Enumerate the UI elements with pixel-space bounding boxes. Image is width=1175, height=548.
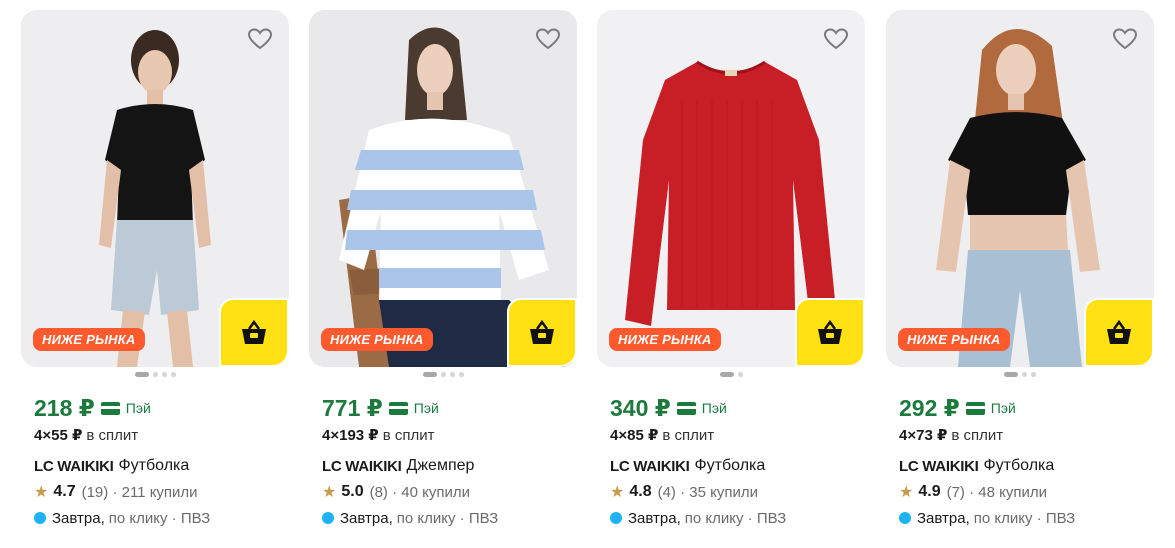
- favorite-heart-icon[interactable]: [1110, 24, 1140, 54]
- star-icon: ★: [322, 484, 337, 501]
- basket-icon: [818, 319, 842, 344]
- product-grid: НИЖЕ РЫНКА 218 ₽ Пэй 4×55 ₽ в сплит LC WA…: [0, 0, 1175, 548]
- delivery-dot-icon: [34, 512, 46, 524]
- product-title[interactable]: LC WAIKIKI Футболка: [610, 455, 865, 477]
- product-name: Джемпер: [406, 457, 475, 474]
- basket-icon: [1107, 319, 1131, 344]
- below-market-badge: НИЖЕ РЫНКА: [33, 328, 145, 351]
- basket-icon: [242, 319, 266, 344]
- favorite-heart-icon[interactable]: [245, 24, 275, 54]
- rating: ★ 4.9 (7) · 48 купили: [899, 483, 1047, 501]
- split-payment: 4×193 ₽ в сплит: [322, 426, 435, 445]
- rating: ★ 4.8 (4) · 35 купили: [610, 483, 758, 501]
- brand-name: LC WAIKIKI: [34, 457, 114, 475]
- photo-pager-dots: [886, 372, 1154, 377]
- brand-name: LC WAIKIKI: [899, 457, 979, 475]
- below-market-badge: НИЖЕ РЫНКА: [609, 328, 721, 351]
- split-payment: 4×55 ₽ в сплит: [34, 426, 139, 445]
- delivery-dot-icon: [322, 512, 334, 524]
- product-card[interactable]: НИЖЕ РЫНКА 292 ₽ Пэй 4×73 ₽ в сплит LC WA…: [886, 10, 1154, 540]
- favorite-heart-icon[interactable]: [533, 24, 563, 54]
- photo-pager-dots: [21, 372, 289, 377]
- below-market-badge: НИЖЕ РЫНКА: [321, 328, 433, 351]
- price: 218 ₽: [34, 394, 95, 421]
- below-market-badge: НИЖЕ РЫНКА: [898, 328, 1010, 351]
- product-title[interactable]: LC WAIKIKI Футболка: [899, 455, 1154, 477]
- product-card[interactable]: НИЖЕ РЫНКА 771 ₽ Пэй 4×193 ₽ в сплит LC W…: [309, 10, 577, 540]
- product-photo[interactable]: НИЖЕ РЫНКА: [886, 10, 1154, 367]
- favorite-heart-icon[interactable]: [821, 24, 851, 54]
- delivery-info: Завтра, по клику · ПВЗ: [322, 507, 577, 529]
- price: 340 ₽: [610, 394, 671, 421]
- delivery-info: Завтра, по клику · ПВЗ: [610, 507, 865, 529]
- delivery-info: Завтра, по клику · ПВЗ: [34, 507, 289, 529]
- pay-label: Пэй: [388, 400, 439, 416]
- product-card[interactable]: НИЖЕ РЫНКА 340 ₽ Пэй 4×85 ₽ в сплит LC WA…: [597, 10, 865, 540]
- photo-pager-dots: [309, 372, 577, 377]
- split-payment: 4×85 ₽ в сплит: [610, 426, 715, 445]
- product-title[interactable]: LC WAIKIKI Джемпер: [322, 455, 577, 477]
- product-name: Футболка: [694, 457, 766, 474]
- price: 771 ₽: [322, 394, 383, 421]
- card-icon: [100, 401, 120, 415]
- add-to-cart-button[interactable]: [795, 298, 865, 367]
- product-name: Футболка: [983, 457, 1055, 474]
- card-icon: [965, 401, 985, 415]
- add-to-cart-button[interactable]: [219, 298, 289, 367]
- rating: ★ 5.0 (8) · 40 купили: [322, 483, 470, 501]
- pay-label: Пэй: [965, 400, 1016, 416]
- brand-name: LC WAIKIKI: [322, 457, 402, 475]
- product-photo[interactable]: НИЖЕ РЫНКА: [21, 10, 289, 367]
- product-card[interactable]: НИЖЕ РЫНКА 218 ₽ Пэй 4×55 ₽ в сплит LC WA…: [21, 10, 289, 540]
- split-payment: 4×73 ₽ в сплит: [899, 426, 1004, 445]
- photo-pager-dots: [597, 372, 865, 377]
- pay-label: Пэй: [676, 400, 727, 416]
- basket-icon: [530, 319, 554, 344]
- card-icon: [388, 401, 408, 415]
- delivery-dot-icon: [899, 512, 911, 524]
- add-to-cart-button[interactable]: [507, 298, 577, 367]
- product-photo[interactable]: НИЖЕ РЫНКА: [597, 10, 865, 367]
- product-name: Футболка: [118, 457, 190, 474]
- product-title[interactable]: LC WAIKIKI Футболка: [34, 455, 289, 477]
- delivery-info: Завтра, по клику · ПВЗ: [899, 507, 1154, 529]
- brand-name: LC WAIKIKI: [610, 457, 690, 475]
- product-photo[interactable]: НИЖЕ РЫНКА: [309, 10, 577, 367]
- star-icon: ★: [34, 484, 49, 501]
- price: 292 ₽: [899, 394, 960, 421]
- rating: ★ 4.7 (19) · 211 купили: [34, 483, 198, 501]
- add-to-cart-button[interactable]: [1084, 298, 1154, 367]
- star-icon: ★: [899, 484, 914, 501]
- star-icon: ★: [610, 484, 625, 501]
- card-icon: [676, 401, 696, 415]
- delivery-dot-icon: [610, 512, 622, 524]
- pay-label: Пэй: [100, 400, 151, 416]
